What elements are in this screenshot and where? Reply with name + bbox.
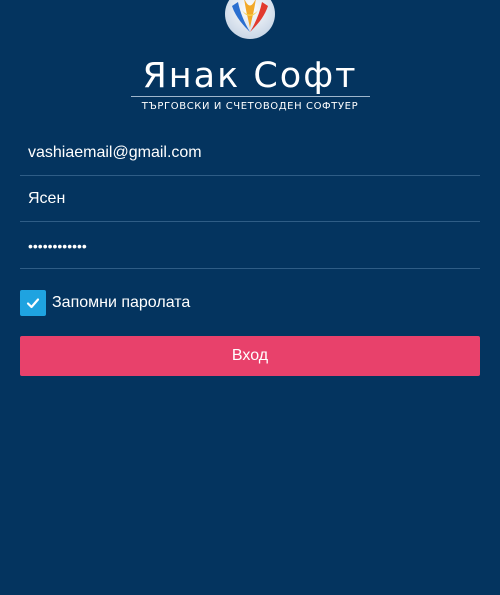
checkmark-icon xyxy=(26,298,40,309)
password-field-row xyxy=(20,223,480,269)
password-field[interactable] xyxy=(20,223,480,268)
remember-password-label: Запомни паролата xyxy=(52,294,191,311)
username-field-row xyxy=(20,176,480,222)
username-field[interactable] xyxy=(20,176,480,221)
remember-password-row[interactable]: Запомни паролата xyxy=(20,290,190,316)
brand-title: Янак Софт xyxy=(142,56,358,96)
remember-password-checkbox[interactable] xyxy=(20,290,46,316)
email-field[interactable] xyxy=(20,130,480,175)
brand-subtitle: ТЪРГОВСКИ И СЧЕТОВОДЕН СОФТУЕР xyxy=(141,101,359,112)
brand-header: Янак Софт ТЪРГОВСКИ И СЧЕТОВОДЕН СОФТУЕР xyxy=(0,0,500,115)
email-field-row xyxy=(20,130,480,176)
yanak-soft-logo-icon xyxy=(225,0,275,39)
login-button[interactable]: Вход xyxy=(20,336,480,376)
brand-divider xyxy=(131,96,370,97)
